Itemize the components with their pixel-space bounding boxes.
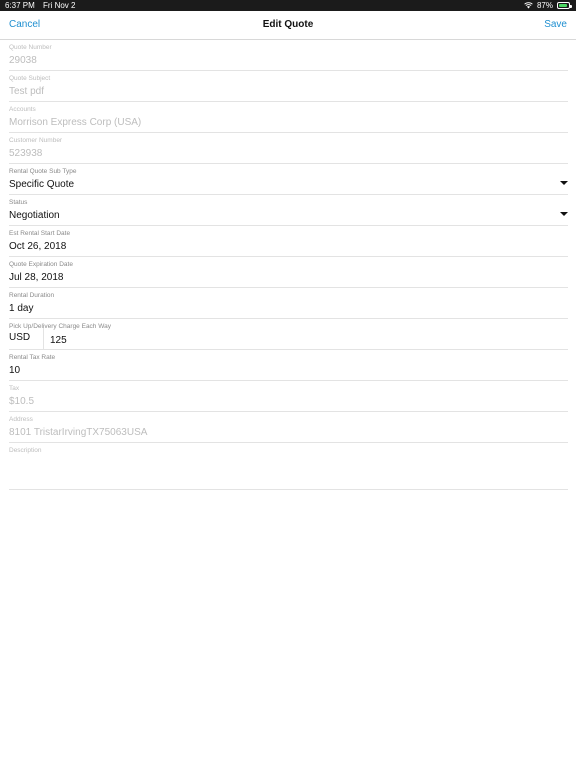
customer-number-label: Customer Number <box>9 137 63 144</box>
rental-tax-rate-input[interactable]: 10 <box>9 365 20 376</box>
tax-value: $10.5 <box>9 396 35 407</box>
dropdown-arrow-icon[interactable] <box>560 181 568 185</box>
currency-divider <box>43 328 44 350</box>
pickup-delivery-charge-label: Pick Up/Delivery Charge Each Way <box>9 323 111 330</box>
quote-number-field: Quote Number 29038 <box>9 40 568 71</box>
accounts-field: Accounts Morrison Express Corp (USA) <box>9 102 568 133</box>
battery-fill <box>559 4 567 7</box>
quote-subject-value: Test pdf <box>9 86 45 97</box>
quote-number-label: Quote Number <box>9 44 52 51</box>
accounts-value: Morrison Express Corp (USA) <box>9 117 142 128</box>
description-field[interactable]: Description <box>9 443 568 490</box>
est-rental-start-date-value[interactable]: Oct 26, 2018 <box>9 241 66 252</box>
address-field: Address 8101 TristarIrvingTX75063USA <box>9 412 568 443</box>
battery-percent: 87% <box>536 1 553 10</box>
quote-number-value: 29038 <box>9 55 37 66</box>
battery-icon <box>557 2 572 9</box>
address-label: Address <box>9 416 33 423</box>
rental-quote-sub-type-value: Specific Quote <box>9 179 75 190</box>
est-rental-start-date-label: Est Rental Start Date <box>9 230 71 237</box>
edit-quote-form: Quote Number 29038 Quote Subject Test pd… <box>9 40 568 490</box>
quote-subject-label: Quote Subject <box>9 75 51 82</box>
status-bar-right: 87% <box>524 0 572 11</box>
status-bar-left: 6:37 PM Fri Nov 2 <box>5 0 75 11</box>
navigation-bar: Cancel Edit Quote Save <box>0 11 576 40</box>
quote-subject-field: Quote Subject Test pdf <box>9 71 568 102</box>
rental-quote-sub-type-label: Rental Quote Sub Type <box>9 168 77 175</box>
customer-number-value: 523938 <box>9 148 43 159</box>
est-rental-start-date-field[interactable]: Est Rental Start Date Oct 26, 2018 <box>9 226 568 257</box>
status-bar: 6:37 PM Fri Nov 2 87% <box>0 0 576 11</box>
quote-expiration-date-value[interactable]: Jul 28, 2018 <box>9 272 64 283</box>
rental-tax-rate-label: Rental Tax Rate <box>9 354 56 361</box>
page-title: Edit Quote <box>262 19 314 30</box>
save-button[interactable]: Save <box>544 19 567 30</box>
tax-field: Tax $10.5 <box>9 381 568 412</box>
status-select[interactable]: Status Negotiation <box>9 195 568 226</box>
quote-expiration-date-field[interactable]: Quote Expiration Date Jul 28, 2018 <box>9 257 568 288</box>
description-label: Description <box>9 447 42 454</box>
quote-expiration-date-label: Quote Expiration Date <box>9 261 73 268</box>
dropdown-arrow-icon[interactable] <box>560 212 568 216</box>
rental-tax-rate-field[interactable]: Rental Tax Rate 10 <box>9 350 568 381</box>
customer-number-field: Customer Number 523938 <box>9 133 568 164</box>
pickup-delivery-charge-input[interactable]: 125 <box>50 335 67 346</box>
rental-duration-label: Rental Duration <box>9 292 55 299</box>
rental-duration-field[interactable]: Rental Duration 1 day <box>9 288 568 319</box>
tax-label: Tax <box>9 385 20 392</box>
status-label: Status <box>9 199 28 206</box>
wifi-icon <box>524 2 533 9</box>
status-time: 6:37 PM <box>5 1 35 10</box>
pickup-delivery-charge-field: Pick Up/Delivery Charge Each Way USD 125 <box>9 319 568 350</box>
accounts-label: Accounts <box>9 106 36 113</box>
rental-quote-sub-type-select[interactable]: Rental Quote Sub Type Specific Quote <box>9 164 568 195</box>
status-value: Negotiation <box>9 210 60 221</box>
address-value: 8101 TristarIrvingTX75063USA <box>9 427 148 438</box>
currency-selector[interactable]: USD <box>9 332 30 343</box>
status-date: Fri Nov 2 <box>43 1 76 10</box>
rental-duration-value[interactable]: 1 day <box>9 303 33 314</box>
